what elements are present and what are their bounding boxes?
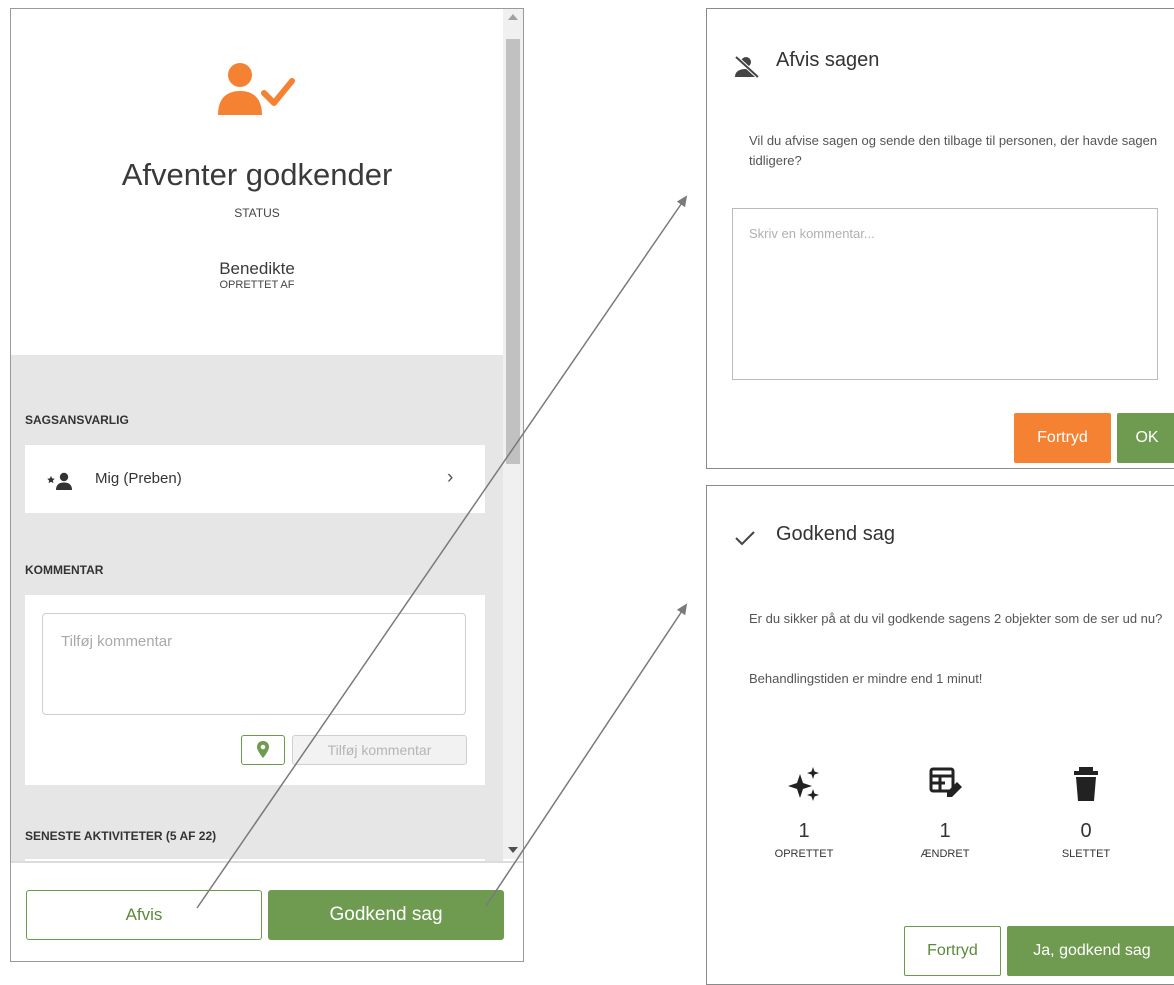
scrollbar[interactable] xyxy=(503,9,523,859)
comment-card: Tilføj kommentar Tilføj kommentar xyxy=(25,595,485,785)
panel-footer: Afvis Godkend sag xyxy=(11,861,523,961)
responsible-heading: SAGSANSVARLIG xyxy=(25,413,129,427)
stat-created-label: OPRETTET xyxy=(774,848,834,860)
status-label: STATUS xyxy=(234,206,280,220)
chevron-right-icon: › xyxy=(447,467,454,488)
reject-button[interactable]: Afvis xyxy=(26,890,262,940)
responsible-selector[interactable]: Mig (Preben) › xyxy=(25,445,485,513)
add-comment-button[interactable]: Tilføj kommentar xyxy=(292,735,467,765)
reject-ok-button[interactable]: OK xyxy=(1117,413,1174,463)
reject-dialog-title: Afvis sagen xyxy=(776,49,880,71)
sparkle-icon xyxy=(788,767,819,801)
table-edit-icon xyxy=(929,767,962,797)
stat-created-count: 1 xyxy=(798,820,810,842)
approve-button[interactable]: Godkend sag xyxy=(268,890,504,940)
stat-deleted-count: 0 xyxy=(1080,820,1092,842)
reject-cancel-button[interactable]: Fortryd xyxy=(1014,413,1111,463)
approve-dialog-title: Godkend sag xyxy=(776,523,895,545)
location-button[interactable] xyxy=(241,735,285,765)
reject-comment-input[interactable]: Skriv en kommentar... xyxy=(732,208,1158,380)
person-off-icon xyxy=(734,56,760,78)
processing-time-text: Behandlingstiden er mindre end 1 minut! xyxy=(749,671,983,686)
comment-heading: KOMMENTAR xyxy=(25,563,104,577)
trash-icon xyxy=(1074,767,1098,801)
check-icon xyxy=(735,531,755,546)
status-title: Afventer godkender xyxy=(121,157,393,192)
scroll-up-arrow-icon[interactable] xyxy=(508,14,518,20)
approve-confirm-button[interactable]: Ja, godkend sag xyxy=(1007,926,1174,976)
case-side-panel: Afventer godkender STATUS Benedikte OPRE… xyxy=(10,8,524,962)
stat-deleted-label: SLETTET xyxy=(1061,848,1111,860)
person-check-icon xyxy=(218,63,295,115)
stat-changed-count: 1 xyxy=(939,820,951,842)
approve-dialog: Godkend sag Er du sikker på at du vil go… xyxy=(706,485,1174,985)
case-details: SAGSANSVARLIG Mig (Preben) › KOMMENTAR T… xyxy=(11,355,503,885)
creator-name: Benedikte xyxy=(219,259,295,278)
stat-changed-label: ÆNDRET xyxy=(920,848,970,860)
approve-question: Er du sikker på at du vil godkende sagen… xyxy=(749,611,1163,626)
comment-input[interactable]: Tilføj kommentar xyxy=(42,613,466,715)
activities-heading: SENESTE AKTIVITETER (5 AF 22) xyxy=(25,829,217,843)
status-header: Afventer godkender STATUS Benedikte OPRE… xyxy=(11,9,503,355)
reject-dialog: Afvis sagen Vil du afvise sagen og sende… xyxy=(706,8,1174,469)
reject-question: Vil du afvise sagen og sende den tilbage… xyxy=(749,133,1158,168)
scroll-thumb[interactable] xyxy=(506,39,520,464)
location-pin-icon xyxy=(257,741,269,758)
approve-cancel-button[interactable]: Fortryd xyxy=(904,926,1001,976)
responsible-value: Mig (Preben) xyxy=(95,470,182,487)
user-star-icon xyxy=(47,472,72,490)
scroll-down-arrow-icon[interactable] xyxy=(508,847,518,853)
creator-label: OPRETTET AF xyxy=(219,279,295,291)
